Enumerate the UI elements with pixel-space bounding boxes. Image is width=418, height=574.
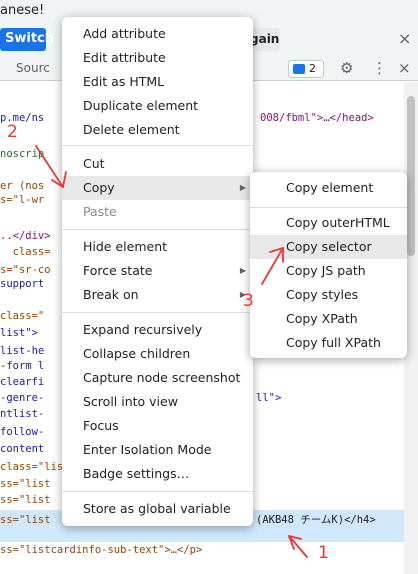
submenu-item-copy-xpath[interactable]: Copy XPath <box>250 307 407 331</box>
annotation-number-3: 3 <box>243 291 254 311</box>
menu-item-expand-recursively[interactable]: Expand recursively <box>62 318 253 342</box>
issues-count: 2 <box>309 62 316 75</box>
menu-separator <box>62 491 253 492</box>
banner-text: anese! <box>0 3 45 18</box>
switch-button[interactable]: Switch <box>0 28 54 51</box>
menu-separator <box>250 207 407 208</box>
submenu-item-copy-element[interactable]: Copy element <box>250 176 407 200</box>
menu-item-edit-attribute[interactable]: Edit attribute <box>62 46 253 70</box>
submenu-arrow-icon: ▶ <box>239 183 246 192</box>
menu-item-delete-element[interactable]: Delete element <box>62 118 253 142</box>
menu-item-force-state[interactable]: Force state ▶ <box>62 259 253 283</box>
submenu-arrow-icon: ▶ <box>239 266 246 275</box>
more-options-icon[interactable]: ⋮ <box>372 59 387 77</box>
submenu-item-copy-selector[interactable]: Copy selector <box>250 235 407 259</box>
menu-item-collapse-children[interactable]: Collapse children <box>62 342 253 366</box>
menu-item-cut[interactable]: Cut <box>62 152 253 176</box>
tab-sources[interactable]: Sourc <box>16 61 50 75</box>
menu-separator <box>62 312 253 313</box>
menu-item-break-on-label: Break on <box>83 287 139 302</box>
menu-separator <box>62 145 253 146</box>
menu-item-break-on[interactable]: Break on ▶ <box>62 283 253 307</box>
submenu-item-copy-js-path[interactable]: Copy JS path <box>250 259 407 283</box>
annotation-number-1: 1 <box>318 543 329 563</box>
issues-button[interactable]: 2 <box>288 60 324 78</box>
menu-item-force-state-label: Force state <box>83 263 153 278</box>
submenu-item-copy-full-xpath[interactable]: Copy full XPath <box>250 331 407 355</box>
context-menu: Add attribute Edit attribute Edit as HTM… <box>62 17 253 526</box>
menu-item-enter-isolation-mode[interactable]: Enter Isolation Mode <box>62 438 253 462</box>
menu-separator <box>62 229 253 230</box>
gear-icon[interactable]: ⚙ <box>340 59 353 77</box>
menu-item-duplicate-element[interactable]: Duplicate element <box>62 94 253 118</box>
annotation-number-2: 2 <box>7 122 18 142</box>
menu-item-store-as-global-variable[interactable]: Store as global variable <box>62 497 253 521</box>
menu-item-badge-settings[interactable]: Badge settings… <box>62 462 253 486</box>
submenu-item-copy-styles[interactable]: Copy styles <box>250 283 407 307</box>
menu-item-add-attribute[interactable]: Add attribute <box>62 22 253 46</box>
menu-item-hide-element[interactable]: Hide element <box>62 235 253 259</box>
menu-item-copy[interactable]: Copy ▶ <box>62 176 253 200</box>
submenu-item-copy-outerhtml[interactable]: Copy outerHTML <box>250 211 407 235</box>
issues-icon <box>293 64 305 74</box>
menu-item-focus[interactable]: Focus <box>62 414 253 438</box>
menu-item-capture-node-screenshot[interactable]: Capture node screenshot <box>62 366 253 390</box>
close-icon[interactable]: × <box>398 59 411 77</box>
menu-item-scroll-into-view[interactable]: Scroll into view <box>62 390 253 414</box>
menu-item-copy-label: Copy <box>83 180 115 195</box>
banner-close-icon[interactable]: × <box>398 29 411 48</box>
scroll-thumb[interactable] <box>407 96 415 256</box>
menu-item-edit-as-html[interactable]: Edit as HTML <box>62 70 253 94</box>
menu-item-paste: Paste <box>83 204 117 219</box>
copy-submenu: Copy element Copy outerHTML Copy selecto… <box>250 172 407 358</box>
code-line[interactable]: ss="listcardinfo-sub-text">…</p> <box>0 540 404 560</box>
